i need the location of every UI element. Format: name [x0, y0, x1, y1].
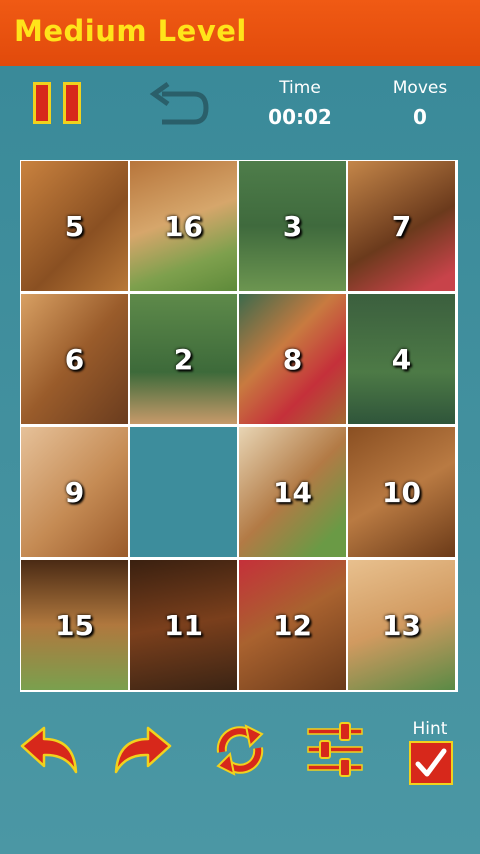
puzzle-board: 5 16 3 7 6 2 8 4 9 14 10 15 11 12 13	[20, 160, 458, 692]
pause-icon	[33, 82, 51, 124]
hint-checkbox[interactable]	[409, 741, 453, 785]
puzzle-tile[interactable]: 9	[21, 427, 128, 557]
puzzle-tile[interactable]: 15	[21, 560, 128, 690]
empty-slot	[130, 427, 237, 557]
puzzle-tile[interactable]: 7	[348, 161, 455, 291]
hint-label: Hint	[412, 719, 448, 739]
puzzle-tile[interactable]: 6	[21, 294, 128, 424]
puzzle-tile[interactable]: 16	[130, 161, 237, 291]
shuffle-refresh-icon[interactable]	[212, 722, 268, 778]
undo-move-icon[interactable]	[148, 80, 212, 128]
undo-arrow-icon[interactable]	[18, 724, 80, 778]
puzzle-tile[interactable]: 4	[348, 294, 455, 424]
puzzle-tile[interactable]: 14	[239, 427, 346, 557]
puzzle-tile[interactable]: 5	[21, 161, 128, 291]
puzzle-tile[interactable]: 13	[348, 560, 455, 690]
puzzle-tile[interactable]: 12	[239, 560, 346, 690]
pause-button[interactable]	[33, 82, 85, 128]
time-value: 00:02	[268, 105, 332, 129]
level-title: Medium Level	[14, 14, 247, 48]
redo-arrow-icon[interactable]	[112, 724, 174, 778]
puzzle-tile[interactable]: 11	[130, 560, 237, 690]
moves-value: 0	[413, 105, 427, 129]
settings-sliders-icon[interactable]	[306, 722, 364, 778]
checkmark-icon	[415, 748, 447, 777]
puzzle-tile[interactable]: 10	[348, 427, 455, 557]
puzzle-tile[interactable]: 2	[130, 294, 237, 424]
app-header: Medium Level	[0, 0, 480, 66]
time-stat: Time 00:02	[264, 78, 336, 130]
moves-stat: Moves 0	[384, 78, 456, 130]
puzzle-tile[interactable]: 3	[239, 161, 346, 291]
time-label: Time	[279, 78, 321, 98]
moves-label: Moves	[392, 78, 448, 98]
puzzle-tile[interactable]: 8	[239, 294, 346, 424]
